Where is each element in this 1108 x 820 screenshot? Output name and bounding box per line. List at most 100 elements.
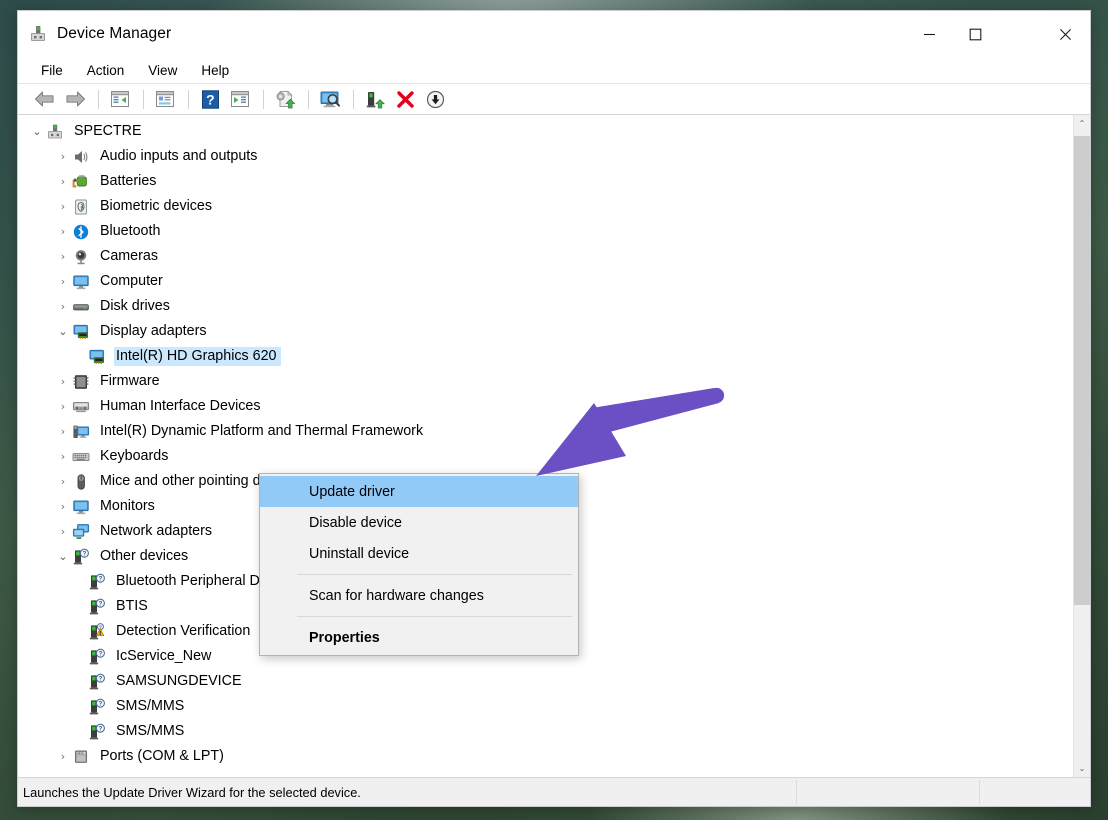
- context-menu-item-disable-device[interactable]: Disable device: [260, 507, 578, 538]
- tree-node-bluetooth[interactable]: › Bluetooth: [18, 219, 1073, 244]
- tree-node-biometric-devices[interactable]: › Biometric devices: [18, 194, 1073, 219]
- show-hide-console-tree-button[interactable]: [106, 87, 134, 112]
- scrollbar-down-button[interactable]: ⌄: [1074, 760, 1090, 777]
- display-adapter-icon: [72, 323, 92, 341]
- update-driver-button[interactable]: [271, 87, 299, 112]
- tree-node-sms-mms[interactable]: ? SMS/MMS: [18, 694, 1073, 719]
- context-menu-item-uninstall-device[interactable]: Uninstall device: [260, 538, 578, 569]
- tree-node-label: Intel(R) HD Graphics 620: [114, 346, 281, 367]
- hid-icon: [72, 398, 92, 416]
- close-button[interactable]: [1042, 11, 1088, 57]
- context-menu-item-properties[interactable]: Properties: [260, 622, 578, 653]
- tree-node-label: Bluetooth: [100, 222, 161, 239]
- svg-text:?: ?: [98, 725, 102, 732]
- twisty-expanded-icon[interactable]: ⌄: [54, 550, 72, 563]
- menu-help[interactable]: Help: [192, 60, 238, 81]
- tree-node-firmware[interactable]: › Firmware: [18, 369, 1073, 394]
- twisty-collapsed-icon[interactable]: ›: [54, 375, 72, 388]
- twisty-collapsed-icon[interactable]: ›: [54, 150, 72, 163]
- menu-action[interactable]: Action: [78, 60, 134, 81]
- twisty-collapsed-icon[interactable]: ›: [54, 425, 72, 438]
- twisty-collapsed-icon[interactable]: ›: [54, 300, 72, 313]
- properties-button[interactable]: [151, 87, 179, 112]
- tree-node-label: Human Interface Devices: [100, 397, 261, 414]
- twisty-expanded-icon[interactable]: ⌄: [28, 125, 46, 138]
- tree-node-label: IcService_New: [116, 647, 212, 664]
- tree-node-human-interface-devices[interactable]: › Human Interface Devices: [18, 394, 1073, 419]
- tree-node-disk-drives[interactable]: › Disk drives: [18, 294, 1073, 319]
- tree-node-samsungdevice[interactable]: ? SAMSUNGDEVICE: [18, 669, 1073, 694]
- twisty-collapsed-icon[interactable]: ›: [54, 400, 72, 413]
- uninstall-device-button[interactable]: [391, 87, 419, 112]
- tree-node-audio-inputs-and-outputs[interactable]: › Audio inputs and outputs: [18, 144, 1073, 169]
- twisty-collapsed-icon[interactable]: ›: [54, 750, 72, 763]
- update-driver-icon: [276, 90, 295, 108]
- twisty-collapsed-icon[interactable]: ›: [54, 450, 72, 463]
- monitor-icon: [72, 273, 92, 291]
- computer-root-icon: [46, 123, 66, 141]
- tree-node-label: SPECTRE: [74, 122, 142, 139]
- forward-button[interactable]: [61, 87, 89, 112]
- twisty-collapsed-icon[interactable]: ›: [54, 250, 72, 263]
- tree-node-intel-hd-graphics[interactable]: Intel(R) HD Graphics 620: [18, 344, 1073, 369]
- scan-for-hardware-changes-button[interactable]: [316, 87, 344, 112]
- twisty-collapsed-icon[interactable]: ›: [54, 200, 72, 213]
- down-arrow-circle-icon: [426, 90, 444, 108]
- tree-node-display-adapters[interactable]: ⌄ Display adapters: [18, 319, 1073, 344]
- tree-node-intel-dynamic-platform[interactable]: › Intel(R) Dynamic Platform and Thermal …: [18, 419, 1073, 444]
- close-icon: [1059, 28, 1071, 40]
- svg-text:?: ?: [98, 575, 102, 582]
- tree-node-cameras[interactable]: › Cameras: [18, 244, 1073, 269]
- status-bar-divider: [796, 780, 797, 804]
- device-tree[interactable]: ⌄ SPECTRE › Audio inputs and outputs › B…: [18, 115, 1073, 777]
- tree-node-ports-com-lpt[interactable]: › Ports (COM & LPT): [18, 744, 1073, 769]
- tree-node-computer[interactable]: › Computer: [18, 269, 1073, 294]
- tree-node-sms-mms[interactable]: ? SMS/MMS: [18, 719, 1073, 744]
- tree-scrollbar[interactable]: ⌃ ⌄: [1073, 115, 1090, 777]
- back-arrow-icon: [35, 91, 54, 107]
- twisty-collapsed-icon[interactable]: ›: [54, 225, 72, 238]
- scrollbar-track[interactable]: [1074, 132, 1090, 760]
- context-menu-item-label: Properties: [309, 629, 380, 646]
- toolbar-separator: [263, 89, 264, 109]
- twisty-collapsed-icon[interactable]: ›: [54, 500, 72, 513]
- tree-node-keyboards[interactable]: › Keyboards: [18, 444, 1073, 469]
- help-button[interactable]: ?: [196, 87, 224, 112]
- context-menu-item-scan-for-hardware-changes[interactable]: Scan for hardware changes: [260, 580, 578, 611]
- status-bar-text: Launches the Update Driver Wizard for th…: [23, 784, 361, 800]
- menu-view[interactable]: View: [139, 60, 186, 81]
- disable-device-button[interactable]: [421, 87, 449, 112]
- maximize-button[interactable]: [952, 11, 998, 57]
- title-bar: Device Manager: [18, 11, 1090, 57]
- unknown-device-icon: ?: [88, 698, 108, 716]
- tree-node-batteries[interactable]: › Batteries: [18, 169, 1073, 194]
- svg-text:?: ?: [98, 650, 102, 657]
- monitor-icon: [72, 498, 92, 516]
- toolbar-separator: [353, 89, 354, 109]
- twisty-expanded-icon[interactable]: ⌄: [54, 325, 72, 338]
- unknown-device-icon: ?: [88, 648, 108, 666]
- scrollbar-thumb[interactable]: [1074, 136, 1090, 605]
- svg-text:?: ?: [98, 600, 102, 607]
- mouse-icon: [72, 473, 92, 491]
- scrollbar-up-button[interactable]: ⌃: [1074, 115, 1090, 132]
- twisty-collapsed-icon[interactable]: ›: [54, 175, 72, 188]
- show-hide-action-pane-button[interactable]: [226, 87, 254, 112]
- display-adapter-icon: [88, 348, 108, 366]
- twisty-collapsed-icon[interactable]: ›: [54, 475, 72, 488]
- twisty-collapsed-icon[interactable]: ›: [54, 275, 72, 288]
- twisty-collapsed-icon[interactable]: ›: [54, 525, 72, 538]
- toolbar-separator: [308, 89, 309, 109]
- back-button[interactable]: [31, 87, 59, 112]
- tree-node-spectre[interactable]: ⌄ SPECTRE: [18, 119, 1073, 144]
- context-menu-item-update-driver[interactable]: Update driver: [260, 476, 578, 507]
- enable-device-button[interactable]: [361, 87, 389, 112]
- svg-text:?: ?: [98, 675, 102, 682]
- menu-file[interactable]: File: [32, 60, 72, 81]
- context-menu[interactable]: Update driver Disable device Uninstall d…: [259, 473, 579, 656]
- unknown-device-icon: ?: [72, 548, 92, 566]
- unknown-device-icon: ?: [88, 723, 108, 741]
- minimize-button[interactable]: [906, 11, 952, 57]
- window-title: Device Manager: [57, 25, 172, 42]
- keyboard-icon: [72, 448, 92, 466]
